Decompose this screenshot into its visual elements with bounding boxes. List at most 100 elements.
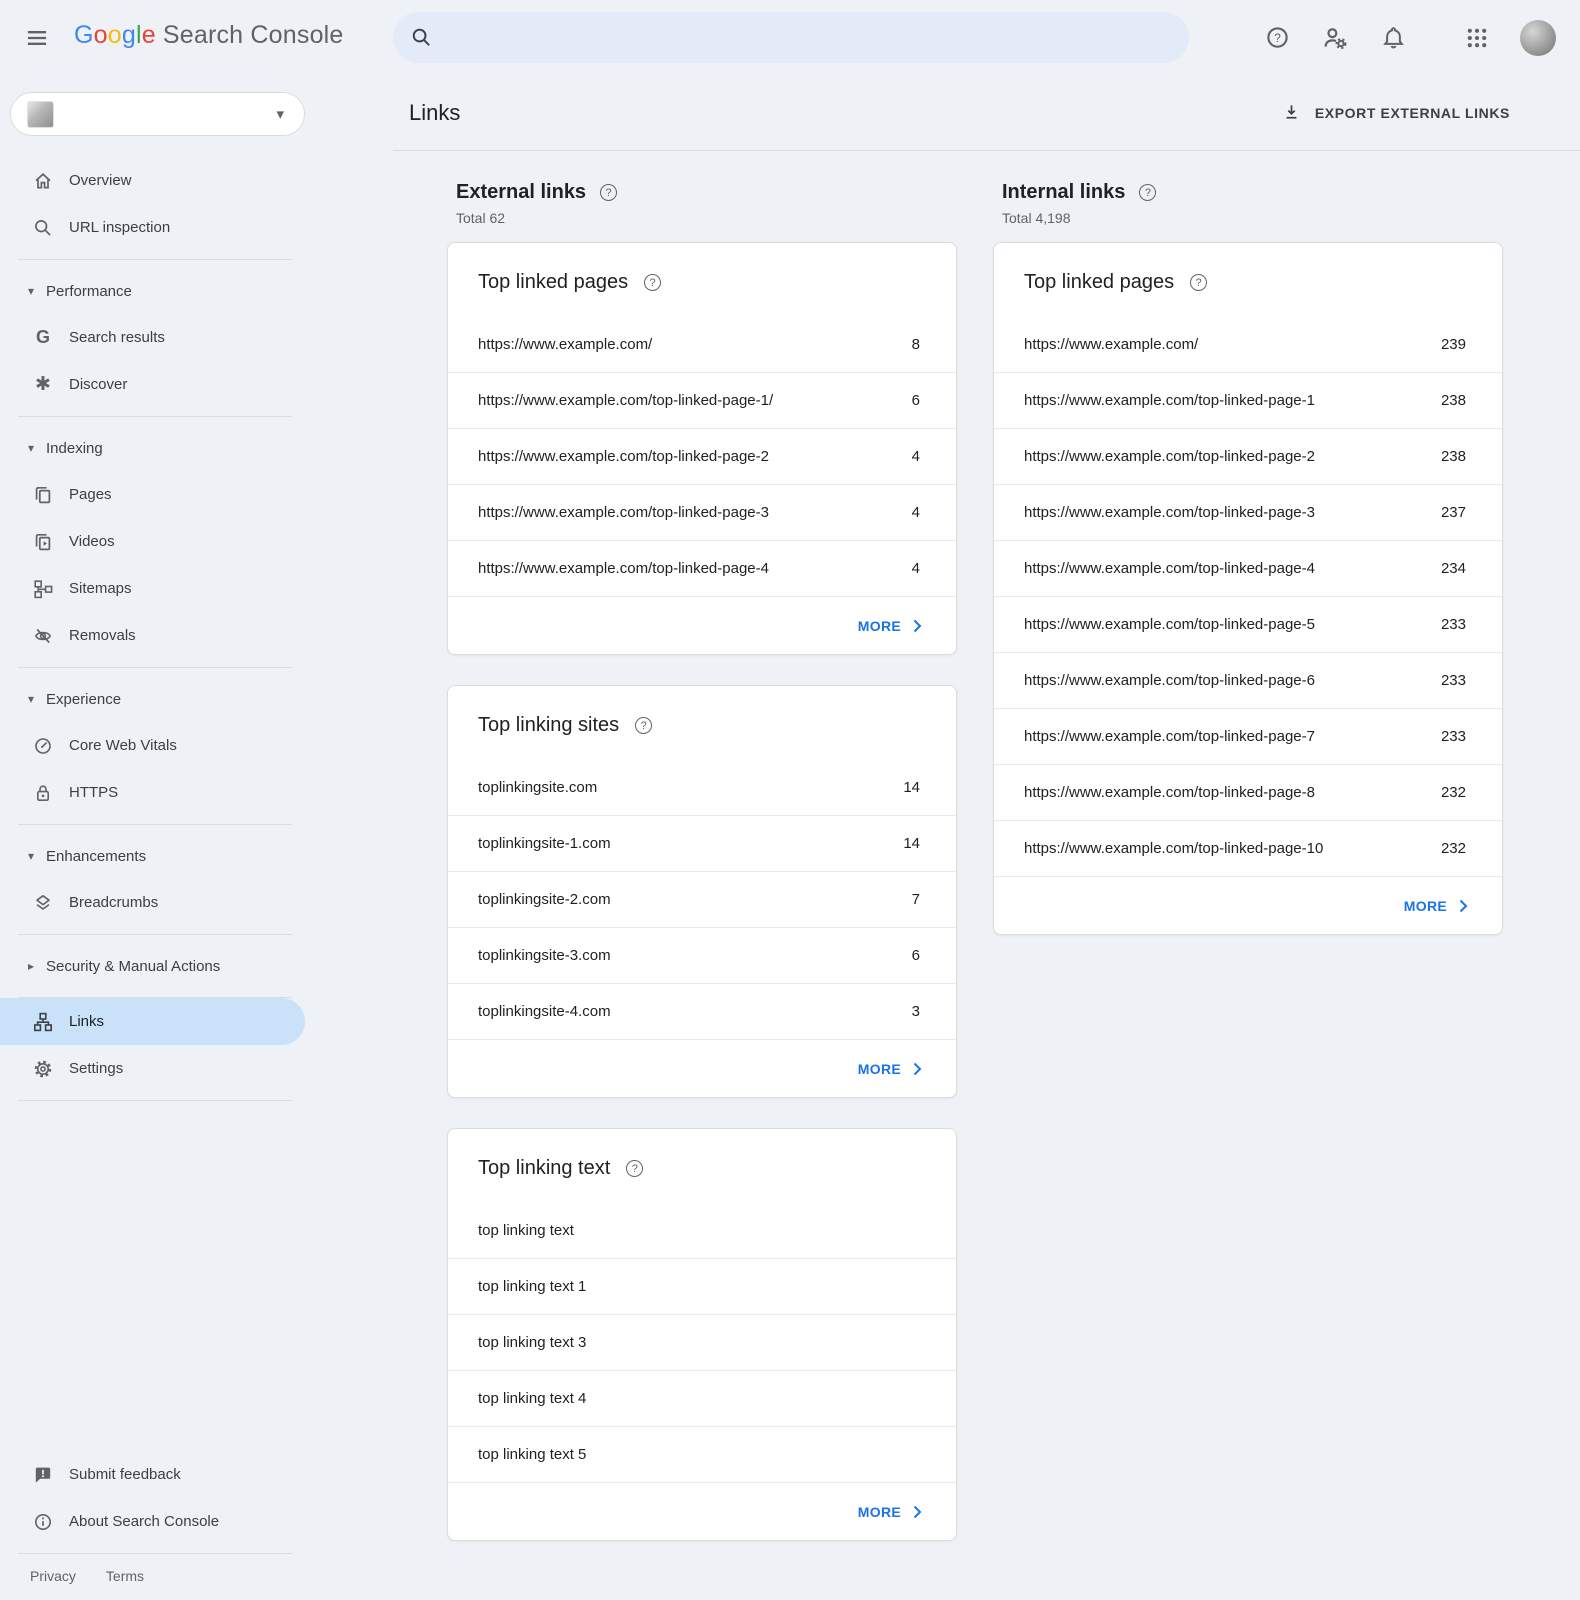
more-button[interactable]: MORE	[448, 1482, 956, 1540]
table-row[interactable]: top linking text 3	[448, 1314, 956, 1370]
table-row[interactable]: top linking text 4	[448, 1370, 956, 1426]
table-row[interactable]: top linking text 1	[448, 1258, 956, 1314]
sidebar-section-enhancements[interactable]: ▾ Enhancements	[0, 833, 330, 879]
sidebar-section-experience[interactable]: ▾ Experience	[0, 676, 330, 722]
sidebar-item-label: Links	[69, 1013, 104, 1030]
sidebar-item-https[interactable]: HTTPS	[0, 769, 330, 816]
help-icon[interactable]: ?	[600, 184, 617, 201]
sidebar-section-indexing[interactable]: ▾ Indexing	[0, 425, 330, 471]
sidebar-item-label: Settings	[69, 1060, 123, 1077]
table-row[interactable]: https://www.example.com/top-linked-page-…	[994, 596, 1502, 652]
sidebar-item-breadcrumbs[interactable]: Breadcrumbs	[0, 879, 330, 926]
sidebar-item-search-results[interactable]: G Search results	[0, 314, 330, 361]
row-value: 14	[903, 779, 920, 796]
discover-icon: ✱	[33, 375, 53, 395]
sidebar-item-links[interactable]: Links	[0, 998, 305, 1045]
table-row[interactable]: https://www.example.com/top-linked-page-…	[994, 428, 1502, 484]
help-icon[interactable]: ?	[1190, 274, 1207, 291]
table-row[interactable]: toplinkingsite-4.com 3	[448, 983, 956, 1039]
row-label: top linking text 1	[478, 1278, 586, 1295]
table-row[interactable]: https://www.example.com/top-linked-page-…	[994, 372, 1502, 428]
triangle-down-icon: ▾	[28, 849, 46, 863]
help-button[interactable]: ?	[1264, 25, 1290, 51]
table-row[interactable]: https://www.example.com/top-linked-page-…	[448, 540, 956, 596]
sidebar-item-discover[interactable]: ✱ Discover	[0, 361, 330, 408]
sidebar-nav: Overview URL inspection ▾ Performance G …	[0, 157, 330, 1101]
divider	[18, 934, 292, 935]
row-label: https://www.example.com/	[1024, 336, 1198, 353]
table-row[interactable]: https://www.example.com/top-linked-page-…	[448, 372, 956, 428]
row-label: toplinkingsite.com	[478, 779, 597, 796]
hamburger-menu-icon[interactable]	[24, 25, 50, 51]
table-row[interactable]: toplinkingsite-3.com 6	[448, 927, 956, 983]
more-button[interactable]: MORE	[448, 1039, 956, 1097]
triangle-down-icon: ▾	[28, 441, 46, 455]
topbar: GoogleSearch Console ?	[0, 0, 1580, 75]
sidebar-item-settings[interactable]: Settings	[0, 1045, 330, 1092]
row-label: https://www.example.com/top-linked-page-…	[478, 392, 773, 409]
avatar[interactable]	[1520, 20, 1556, 56]
terms-link[interactable]: Terms	[106, 1568, 144, 1584]
sidebar-item-sitemaps[interactable]: Sitemaps	[0, 565, 330, 612]
help-icon[interactable]: ?	[626, 1160, 643, 1177]
card-title: Top linked pages ?	[448, 243, 956, 316]
table-row[interactable]: toplinkingsite-1.com 14	[448, 815, 956, 871]
table-row[interactable]: https://www.example.com/top-linked-page-…	[994, 708, 1502, 764]
sidebar-item-pages[interactable]: Pages	[0, 471, 330, 518]
property-selector[interactable]: ▾	[10, 92, 305, 136]
chevron-right-icon	[913, 1062, 922, 1076]
sidebar-section-label: Experience	[46, 691, 121, 708]
more-button[interactable]: MORE	[994, 876, 1502, 934]
submit-feedback-button[interactable]: Submit feedback	[0, 1451, 330, 1498]
app-logo[interactable]: GoogleSearch Console	[74, 21, 344, 50]
apps-grid-icon[interactable]	[1464, 25, 1490, 51]
table-row[interactable]: top linking text	[448, 1202, 956, 1258]
table-row[interactable]: top linking text 5	[448, 1426, 956, 1482]
lock-icon	[33, 783, 53, 803]
sidebar-item-core-web-vitals[interactable]: Core Web Vitals	[0, 722, 330, 769]
main-content: Links EXPORT EXTERNAL LINKS External lin…	[393, 75, 1580, 1600]
table-row[interactable]: https://www.example.com/top-linked-page-…	[994, 764, 1502, 820]
page: GoogleSearch Console ?	[0, 0, 1580, 1600]
privacy-link[interactable]: Privacy	[30, 1568, 76, 1584]
sidebar-section-label: Indexing	[46, 440, 103, 457]
sidebar-item-url-inspection[interactable]: URL inspection	[0, 204, 330, 251]
chevron-right-icon	[913, 1505, 922, 1519]
sidebar-item-removals[interactable]: Removals	[0, 612, 330, 659]
export-external-links-button[interactable]: EXPORT EXTERNAL LINKS	[1282, 103, 1510, 122]
sidebar-item-videos[interactable]: Videos	[0, 518, 330, 565]
search-input[interactable]	[444, 29, 1171, 47]
table-row[interactable]: toplinkingsite.com 14	[448, 759, 956, 815]
table-row[interactable]: https://www.example.com/ 239	[994, 316, 1502, 372]
help-icon[interactable]: ?	[644, 274, 661, 291]
user-settings-icon[interactable]	[1322, 25, 1348, 51]
table: toplinkingsite.com 14 toplinkingsite-1.c…	[448, 759, 956, 1039]
card-top-linking-sites: Top linking sites ? toplinkingsite.com 1…	[447, 685, 957, 1098]
row-value: 6	[912, 392, 920, 409]
help-icon[interactable]: ?	[635, 717, 652, 734]
table-row[interactable]: https://www.example.com/top-linked-page-…	[994, 820, 1502, 876]
row-value: 6	[912, 947, 920, 964]
row-label: https://www.example.com/top-linked-page-…	[478, 504, 769, 521]
help-icon[interactable]: ?	[1139, 184, 1156, 201]
sitemaps-icon	[33, 579, 53, 599]
row-label: https://www.example.com/top-linked-page-…	[1024, 784, 1315, 801]
row-label: toplinkingsite-4.com	[478, 1003, 611, 1020]
row-value: 14	[903, 835, 920, 852]
table-row[interactable]: https://www.example.com/top-linked-page-…	[448, 484, 956, 540]
more-button[interactable]: MORE	[448, 596, 956, 654]
table-row[interactable]: https://www.example.com/ 8	[448, 316, 956, 372]
table-row[interactable]: https://www.example.com/top-linked-page-…	[994, 652, 1502, 708]
about-search-console-button[interactable]: About Search Console	[0, 1498, 330, 1545]
table-row[interactable]: https://www.example.com/top-linked-page-…	[448, 428, 956, 484]
sidebar-item-overview[interactable]: Overview	[0, 157, 330, 204]
table-row[interactable]: https://www.example.com/top-linked-page-…	[994, 484, 1502, 540]
search-bar[interactable]	[393, 12, 1189, 63]
table-row[interactable]: https://www.example.com/top-linked-page-…	[994, 540, 1502, 596]
sidebar-section-security-manual-actions[interactable]: ▸ Security & Manual Actions	[0, 943, 330, 989]
table: https://www.example.com/ 8 https://www.e…	[448, 316, 956, 596]
row-value: 233	[1441, 672, 1466, 689]
notifications-bell-icon[interactable]	[1380, 25, 1406, 51]
sidebar-section-performance[interactable]: ▾ Performance	[0, 268, 330, 314]
table-row[interactable]: toplinkingsite-2.com 7	[448, 871, 956, 927]
